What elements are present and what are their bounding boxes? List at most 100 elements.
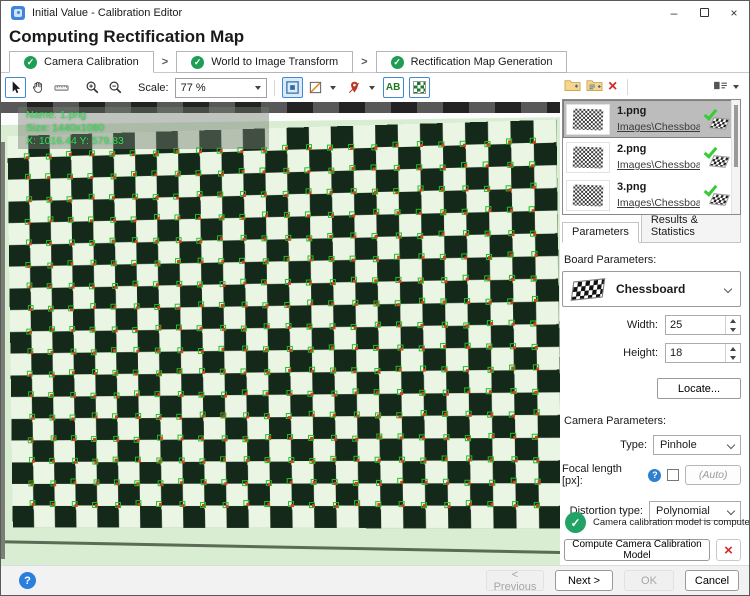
spin-down-icon[interactable]	[726, 325, 740, 334]
corner-marker	[507, 299, 513, 305]
help-icon[interactable]: ?	[648, 469, 661, 482]
corner-marker	[178, 391, 184, 397]
corner-marker	[48, 392, 54, 398]
corner-marker	[418, 254, 424, 260]
width-stepper[interactable]: 25	[665, 315, 741, 335]
corner-marker	[532, 388, 538, 394]
corner-marker	[396, 321, 402, 327]
corner-marker	[510, 433, 516, 439]
scale-select[interactable]: 77 %	[175, 78, 267, 98]
file-path-link[interactable]: Images\Chessboard_Cali...	[617, 197, 700, 209]
viewer-toolbar: Scale: 77 % AB	[1, 73, 560, 102]
file-list-toolbar: ×	[562, 75, 741, 99]
file-list-item[interactable]: 3.png Images\Chessboard_Cali...	[563, 176, 740, 214]
corner-marker	[486, 388, 492, 394]
remove-image-button[interactable]: ×	[608, 80, 617, 94]
corner-marker	[285, 323, 291, 329]
corner-marker	[263, 212, 269, 218]
corner-marker	[66, 151, 72, 157]
corner-marker	[47, 217, 53, 223]
corner-marker	[416, 165, 422, 171]
close-button[interactable]: ×	[719, 1, 749, 24]
previous-button[interactable]: < Previous	[486, 570, 544, 591]
corner-marker	[376, 433, 382, 439]
board-type-select[interactable]: Chessboard	[562, 271, 741, 307]
spin-down-icon[interactable]	[726, 353, 740, 362]
compute-calibration-button[interactable]: Compute Camera Calibration Model	[564, 539, 710, 561]
next-button[interactable]: Next >	[555, 570, 613, 591]
corner-marker	[175, 258, 181, 264]
file-path-link[interactable]: Images\Chessboard_Cali...	[617, 121, 700, 133]
pointer-icon	[8, 80, 23, 95]
measure-tool-button[interactable]	[51, 77, 72, 98]
corner-marker	[156, 370, 162, 376]
corner-marker	[331, 391, 337, 397]
chevron-down-icon[interactable]	[369, 86, 375, 90]
file-list-item[interactable]: 2.png Images\Chessboard_Cali...	[563, 138, 740, 176]
corner-marker	[464, 435, 470, 441]
add-images-button[interactable]	[564, 78, 581, 97]
file-list-scrollbar[interactable]	[731, 100, 740, 214]
step-rectification-map[interactable]: ✓ Rectification Map Generation	[376, 51, 568, 73]
toolbar-separator	[274, 80, 275, 96]
step-world-to-image[interactable]: ✓ World to Image Transform	[176, 51, 353, 73]
success-check-icon: ✓	[565, 512, 586, 533]
tab-parameters[interactable]: Parameters	[562, 222, 639, 243]
corner-marker	[50, 435, 56, 441]
step-label: Camera Calibration	[44, 56, 139, 68]
corner-marker	[396, 366, 402, 372]
labels-toggle-button[interactable]: AB	[383, 77, 404, 98]
corner-marker	[351, 277, 357, 283]
add-folder-icon	[564, 78, 581, 92]
chessboard-overlay-toggle-button[interactable]	[409, 77, 430, 98]
corner-marker	[46, 240, 52, 246]
zoom-out-button[interactable]	[105, 77, 126, 98]
add-directory-button[interactable]	[586, 78, 603, 97]
view-mode-button[interactable]	[713, 78, 728, 96]
corner-marker	[396, 277, 402, 283]
fit-to-window-button[interactable]	[282, 77, 303, 98]
corner-marker	[282, 191, 288, 197]
height-stepper[interactable]: 18	[665, 343, 741, 363]
corner-marker	[178, 478, 184, 484]
corner-marker	[67, 174, 73, 180]
camera-type-select[interactable]: Pinhole	[653, 435, 741, 455]
file-list-item[interactable]: 1.png Images\Chessboard_Cali...	[563, 100, 740, 138]
spin-up-icon[interactable]	[726, 344, 740, 353]
corner-marker	[25, 219, 31, 225]
corner-marker	[354, 500, 360, 506]
image-viewer[interactable]: Name: 1.png Size: 1440x1080 X: 1016.44 Y…	[1, 102, 560, 565]
step-camera-calibration[interactable]: ✓ Camera Calibration	[9, 51, 154, 73]
chevron-down-icon[interactable]	[330, 86, 336, 90]
maximize-button[interactable]	[689, 1, 719, 24]
focal-length-checkbox[interactable]	[667, 469, 679, 481]
corner-marker	[534, 502, 540, 508]
corner-marker	[440, 254, 446, 260]
corner-marker	[534, 457, 540, 463]
cancel-button[interactable]: Cancel	[685, 570, 739, 591]
corner-marker	[48, 349, 54, 355]
corner-marker	[530, 138, 536, 144]
region-tool-button[interactable]	[305, 77, 326, 98]
corner-marker	[47, 262, 53, 268]
spin-up-icon[interactable]	[726, 316, 740, 325]
file-path-link[interactable]: Images\Chessboard_Cali...	[617, 159, 700, 171]
marker-tool-button[interactable]	[344, 77, 365, 98]
chevron-down-icon[interactable]	[733, 85, 739, 89]
minimize-button[interactable]: –	[659, 1, 689, 24]
corner-marker	[154, 260, 160, 266]
corner-marker	[197, 325, 203, 331]
pan-tool-button[interactable]	[28, 77, 49, 98]
corner-marker	[288, 457, 294, 463]
zoom-in-button[interactable]	[82, 77, 103, 98]
focal-length-field[interactable]: (Auto)	[685, 465, 741, 485]
corner-marker	[220, 325, 226, 331]
delete-model-button[interactable]: ×	[716, 539, 741, 561]
ok-button[interactable]: OK	[624, 570, 674, 591]
help-icon[interactable]: ?	[19, 572, 36, 589]
corner-marker	[463, 275, 469, 281]
corner-marker	[109, 194, 115, 200]
pointer-tool-button[interactable]	[5, 77, 26, 98]
locate-button[interactable]: Locate...	[657, 378, 741, 399]
scrollbar-thumb[interactable]	[734, 105, 738, 167]
